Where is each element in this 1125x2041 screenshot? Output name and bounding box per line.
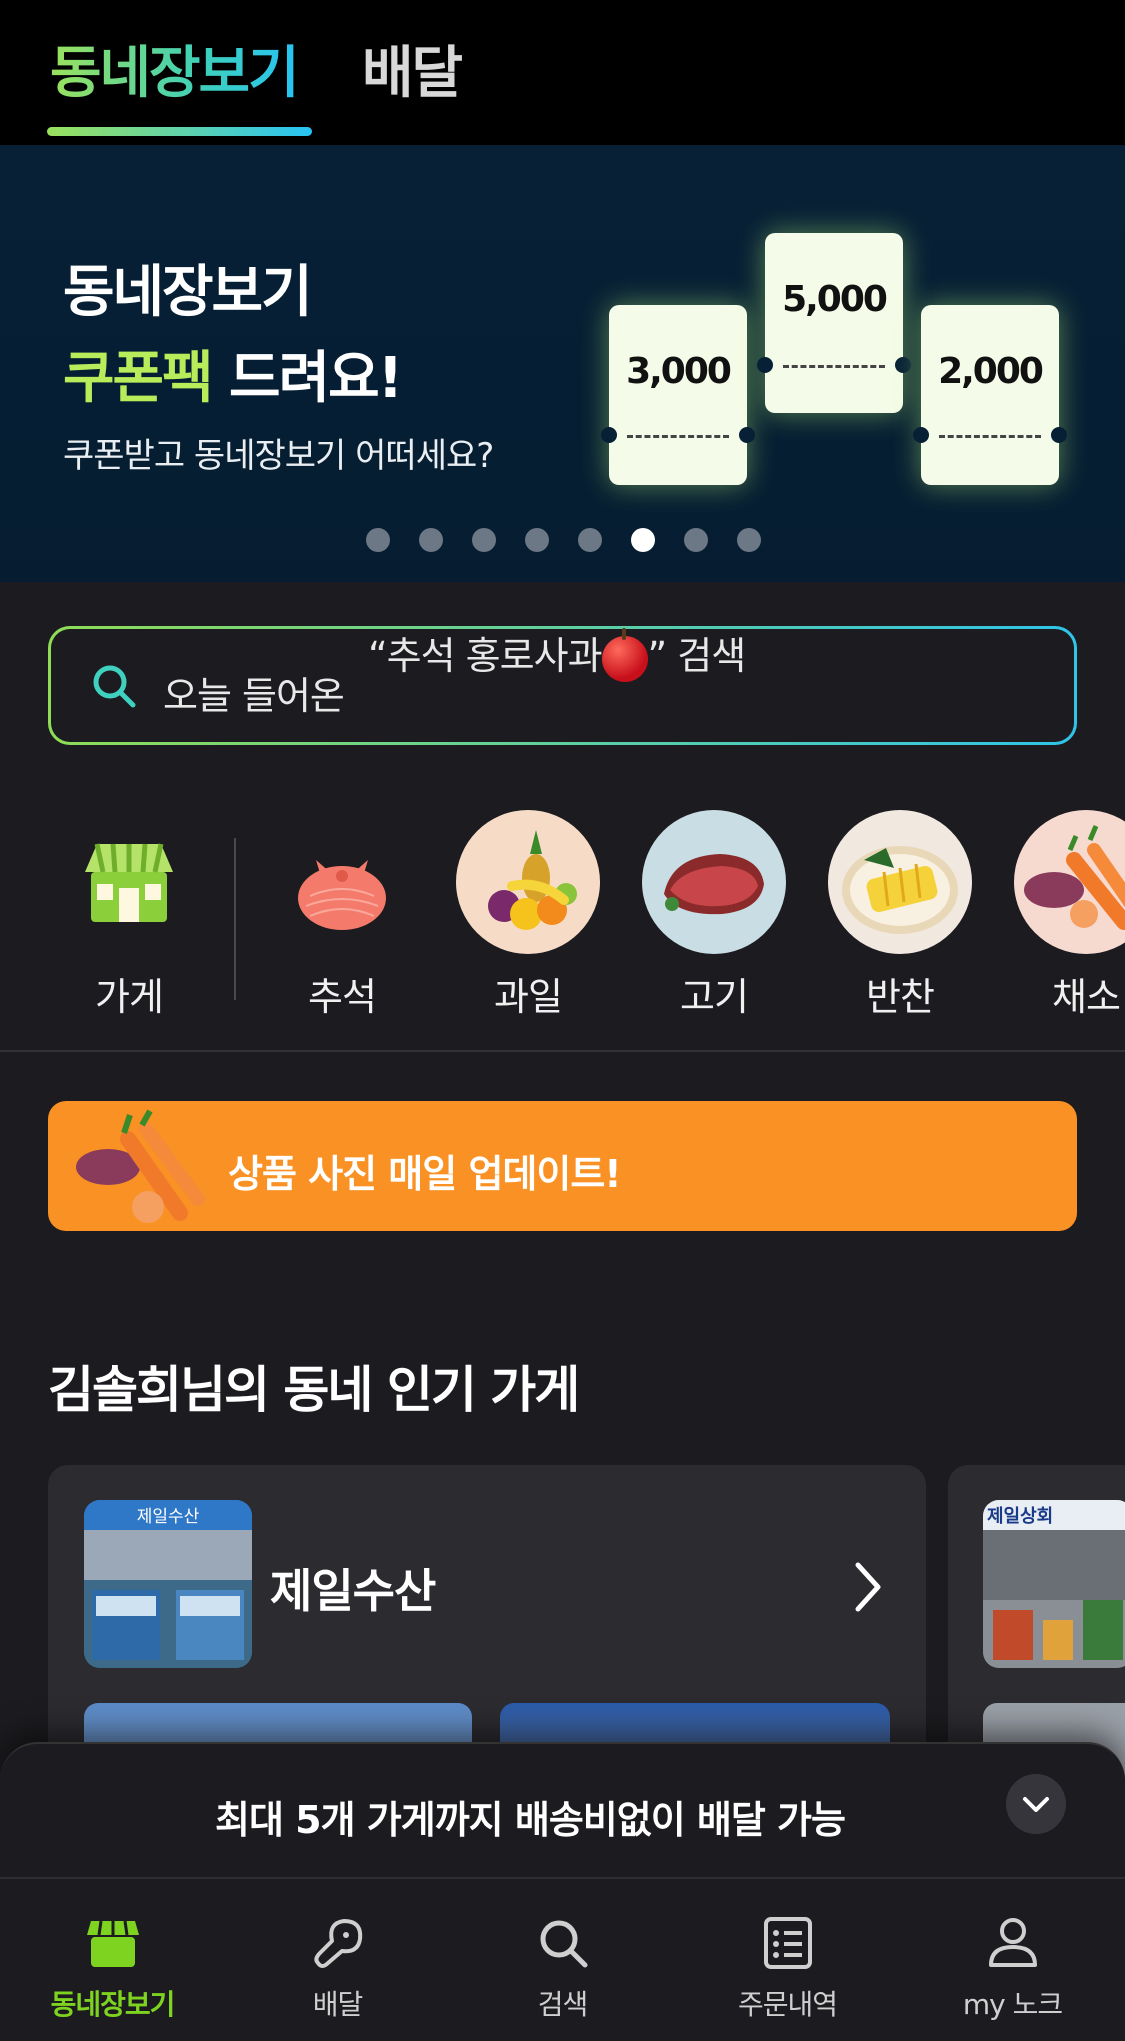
banner-highlight: 쿠폰팩 xyxy=(63,346,214,411)
category-vegetable[interactable]: 채소 xyxy=(1013,810,1125,1021)
promo-text: 상품 사진 매일 업데이트! xyxy=(228,1152,622,1196)
store-sign: 제일상회 xyxy=(987,1506,1053,1527)
banner-title-2: 쿠폰팩 드려요! xyxy=(63,333,403,414)
order-list-icon xyxy=(763,1917,812,1969)
nav-label: 동네장보기 xyxy=(50,1988,176,2021)
carousel-dot[interactable] xyxy=(684,528,708,552)
bottom-navigation: 동네장보기 배달 검색 주문내역 my 노크 xyxy=(0,1877,1125,2041)
category-meat[interactable]: 고기 xyxy=(641,810,787,1021)
store-name: 제일수산 xyxy=(270,1564,436,1618)
apple-icon xyxy=(601,627,648,682)
carousel-dot[interactable] xyxy=(631,528,655,552)
section-divider xyxy=(0,1050,1125,1052)
carousel-page-indicator xyxy=(0,528,1125,552)
promo-banner[interactable]: 상품 사진 매일 업데이트! xyxy=(48,1101,1077,1231)
vegetable-icon xyxy=(76,1109,205,1223)
search-placeholder-keyword: “추석 홍로사과” 검색 xyxy=(368,625,746,682)
coupon-banner[interactable]: 동네장보기 쿠폰팩 드려요! 쿠폰받고 동네장보기 어떠세요? 3,000 5,… xyxy=(0,145,1125,582)
storefront-icon xyxy=(86,1920,139,1967)
top-tab-bar: 동네장보기 배달 xyxy=(0,0,1125,145)
carousel-dot[interactable] xyxy=(472,528,496,552)
store-icon xyxy=(57,810,201,954)
carousel-dot[interactable] xyxy=(737,528,761,552)
nav-my[interactable]: my 노크 xyxy=(900,1913,1125,2023)
coupon-amount: 3,000 xyxy=(626,351,732,392)
nav-delivery[interactable]: 배달 xyxy=(225,1913,450,2023)
fruit-icon xyxy=(456,810,600,954)
sheet-message: 최대 5개 가게까지 배송비없이 배달 가능 xyxy=(215,1798,846,1842)
drumstick-icon xyxy=(313,1919,362,1968)
banner-subtitle: 쿠폰받고 동네장보기 어떠세요? xyxy=(63,436,494,476)
category-label: 고기 xyxy=(680,975,749,1019)
tab-delivery[interactable]: 배달 xyxy=(362,28,463,109)
carousel-dot[interactable] xyxy=(578,528,602,552)
nav-neighborhood-shopping[interactable]: 동네장보기 xyxy=(0,1913,225,2023)
category-store[interactable]: 가게 xyxy=(56,810,202,1021)
meat-icon xyxy=(642,810,786,954)
store-thumbnail: 제일상회 xyxy=(983,1500,1125,1668)
category-chuseok[interactable]: 추석 xyxy=(269,810,415,1021)
category-label: 과일 xyxy=(494,975,563,1019)
coupon-card: 2,000 xyxy=(913,305,1067,485)
store-sign: 제일수산 xyxy=(137,1507,200,1527)
search-icon xyxy=(93,665,136,708)
category-label: 채소 xyxy=(1052,975,1121,1019)
search-icon xyxy=(540,1920,587,1968)
category-divider xyxy=(234,838,236,1000)
nav-label: 배달 xyxy=(312,1988,364,2021)
nav-label: my 노크 xyxy=(962,1988,1063,2021)
vegetable-icon xyxy=(1014,810,1125,954)
coupon-card: 3,000 xyxy=(601,305,755,485)
section-title: 김솔희님의 동네 인기 가게 xyxy=(48,1361,580,1419)
category-label: 가게 xyxy=(95,975,164,1019)
category-row: 가게 추석 과일 고기 반찬 채소 xyxy=(0,810,1125,1050)
category-fruit[interactable]: 과일 xyxy=(455,810,601,1021)
coupon-card: 5,000 xyxy=(757,233,911,413)
category-label: 추석 xyxy=(308,975,377,1019)
coupon-amount: 2,000 xyxy=(938,351,1044,392)
side-dish-icon xyxy=(828,810,972,954)
coupon-amount: 5,000 xyxy=(782,279,888,320)
search-bar[interactable]: 오늘 들어온 “추석 홍로사과” 검색 xyxy=(48,626,1077,745)
gift-bundle-icon xyxy=(270,810,414,954)
carousel-dot[interactable] xyxy=(525,528,549,552)
profile-icon xyxy=(988,1918,1037,1967)
search-placeholder: 오늘 들어온 xyxy=(163,674,345,718)
nav-orders[interactable]: 주문내역 xyxy=(675,1913,900,2023)
nav-label: 주문내역 xyxy=(737,1988,838,2021)
tab-neighborhood-shopping[interactable]: 동네장보기 xyxy=(50,28,300,109)
carousel-dot[interactable] xyxy=(366,528,390,552)
nav-search[interactable]: 검색 xyxy=(450,1913,675,2023)
nav-label: 검색 xyxy=(537,1988,589,2021)
carousel-dot[interactable] xyxy=(419,528,443,552)
banner-title: 동네장보기 xyxy=(63,260,313,325)
chevron-down-icon[interactable] xyxy=(1006,1774,1066,1834)
store-thumbnail: 제일수산 xyxy=(84,1500,252,1668)
active-tab-indicator xyxy=(47,127,312,136)
chevron-right-icon[interactable] xyxy=(848,1557,888,1617)
banner-title-rest: 드려요! xyxy=(211,346,403,411)
category-label: 반찬 xyxy=(866,975,935,1019)
category-side-dish[interactable]: 반찬 xyxy=(827,810,973,1021)
free-delivery-sheet[interactable]: 최대 5개 가게까지 배송비없이 배달 가능 xyxy=(0,1742,1125,1877)
